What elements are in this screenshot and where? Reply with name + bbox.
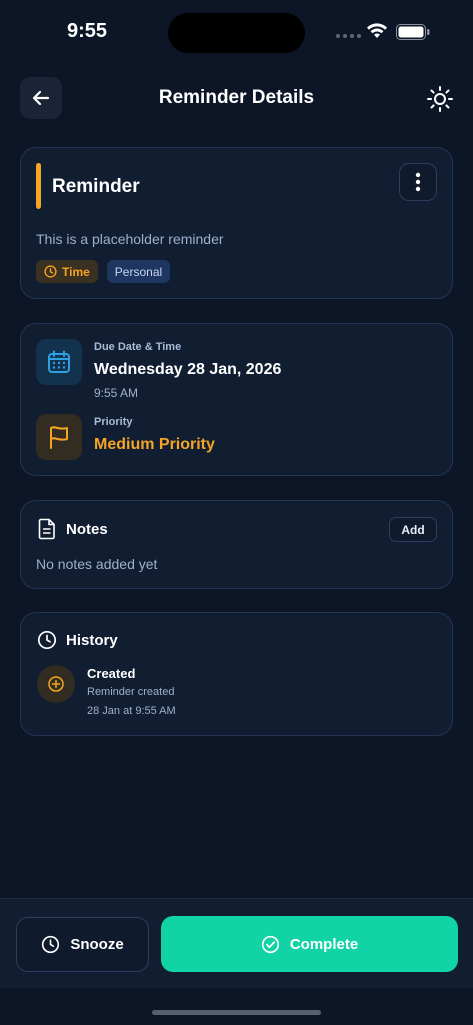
priority-label: Priority [94,416,133,428]
reminder-card: Reminder This is a placeholder reminder … [20,147,453,299]
clock-icon [42,935,60,954]
home-indicator[interactable] [152,1010,321,1015]
history-event-time: 28 Jan at 9:55 AM [87,705,176,717]
add-note-button[interactable]: Add [389,517,437,542]
document-icon [38,518,55,540]
status-time: 9:55 [67,20,108,42]
clock-icon [44,265,57,278]
schedule-card: Due Date & Time Wednesday 28 Jan, 2026 9… [20,323,453,476]
reminder-title: Reminder [52,176,140,197]
page-title: Reminder Details [158,87,315,108]
notes-empty-text: No notes added yet [36,556,158,572]
signal-icon [336,34,361,38]
due-time-value: 9:55 AM [94,386,139,400]
tag-label: Personal [114,264,163,279]
priority-accent-bar [36,163,41,209]
check-circle-icon [261,935,279,953]
tag-time: Time [36,260,98,283]
due-date-value: Wednesday 28 Jan, 2026 [94,361,282,378]
complete-button[interactable]: Complete [161,916,458,972]
history-event-title: Created [87,666,136,681]
notes-card: Notes Add No notes added yet [20,500,453,589]
wifi-icon [367,23,387,38]
more-vertical-icon [415,172,421,192]
sun-icon[interactable] [426,85,454,113]
more-options-button[interactable] [399,163,437,201]
dynamic-island [168,13,305,53]
calendar-icon [48,350,70,373]
snooze-label: Snooze [70,936,124,953]
clock-icon [37,630,57,650]
history-event-marker [37,665,75,703]
due-date-label: Due Date & Time [94,341,182,353]
flag-icon-box [36,414,82,460]
history-title: History [66,632,118,649]
tag-list: Time Personal [36,260,171,283]
flag-icon [50,426,68,449]
tag-label: Time [62,264,90,279]
reminder-details-screen: 9:55 Reminder Details Reminder This is a… [0,0,473,1025]
history-event-description: Reminder created [87,686,175,698]
complete-label: Complete [289,935,359,953]
history-card: History Created Reminder created 28 Jan … [20,612,453,736]
plus-circle-icon [48,676,64,692]
priority-value: Medium Priority [94,436,215,453]
tag-personal: Personal [106,260,171,283]
notes-title: Notes [66,521,108,538]
calendar-icon-box [36,339,82,385]
reminder-description: This is a placeholder reminder [36,231,224,247]
snooze-button[interactable]: Snooze [16,917,149,972]
battery-icon [396,24,430,40]
